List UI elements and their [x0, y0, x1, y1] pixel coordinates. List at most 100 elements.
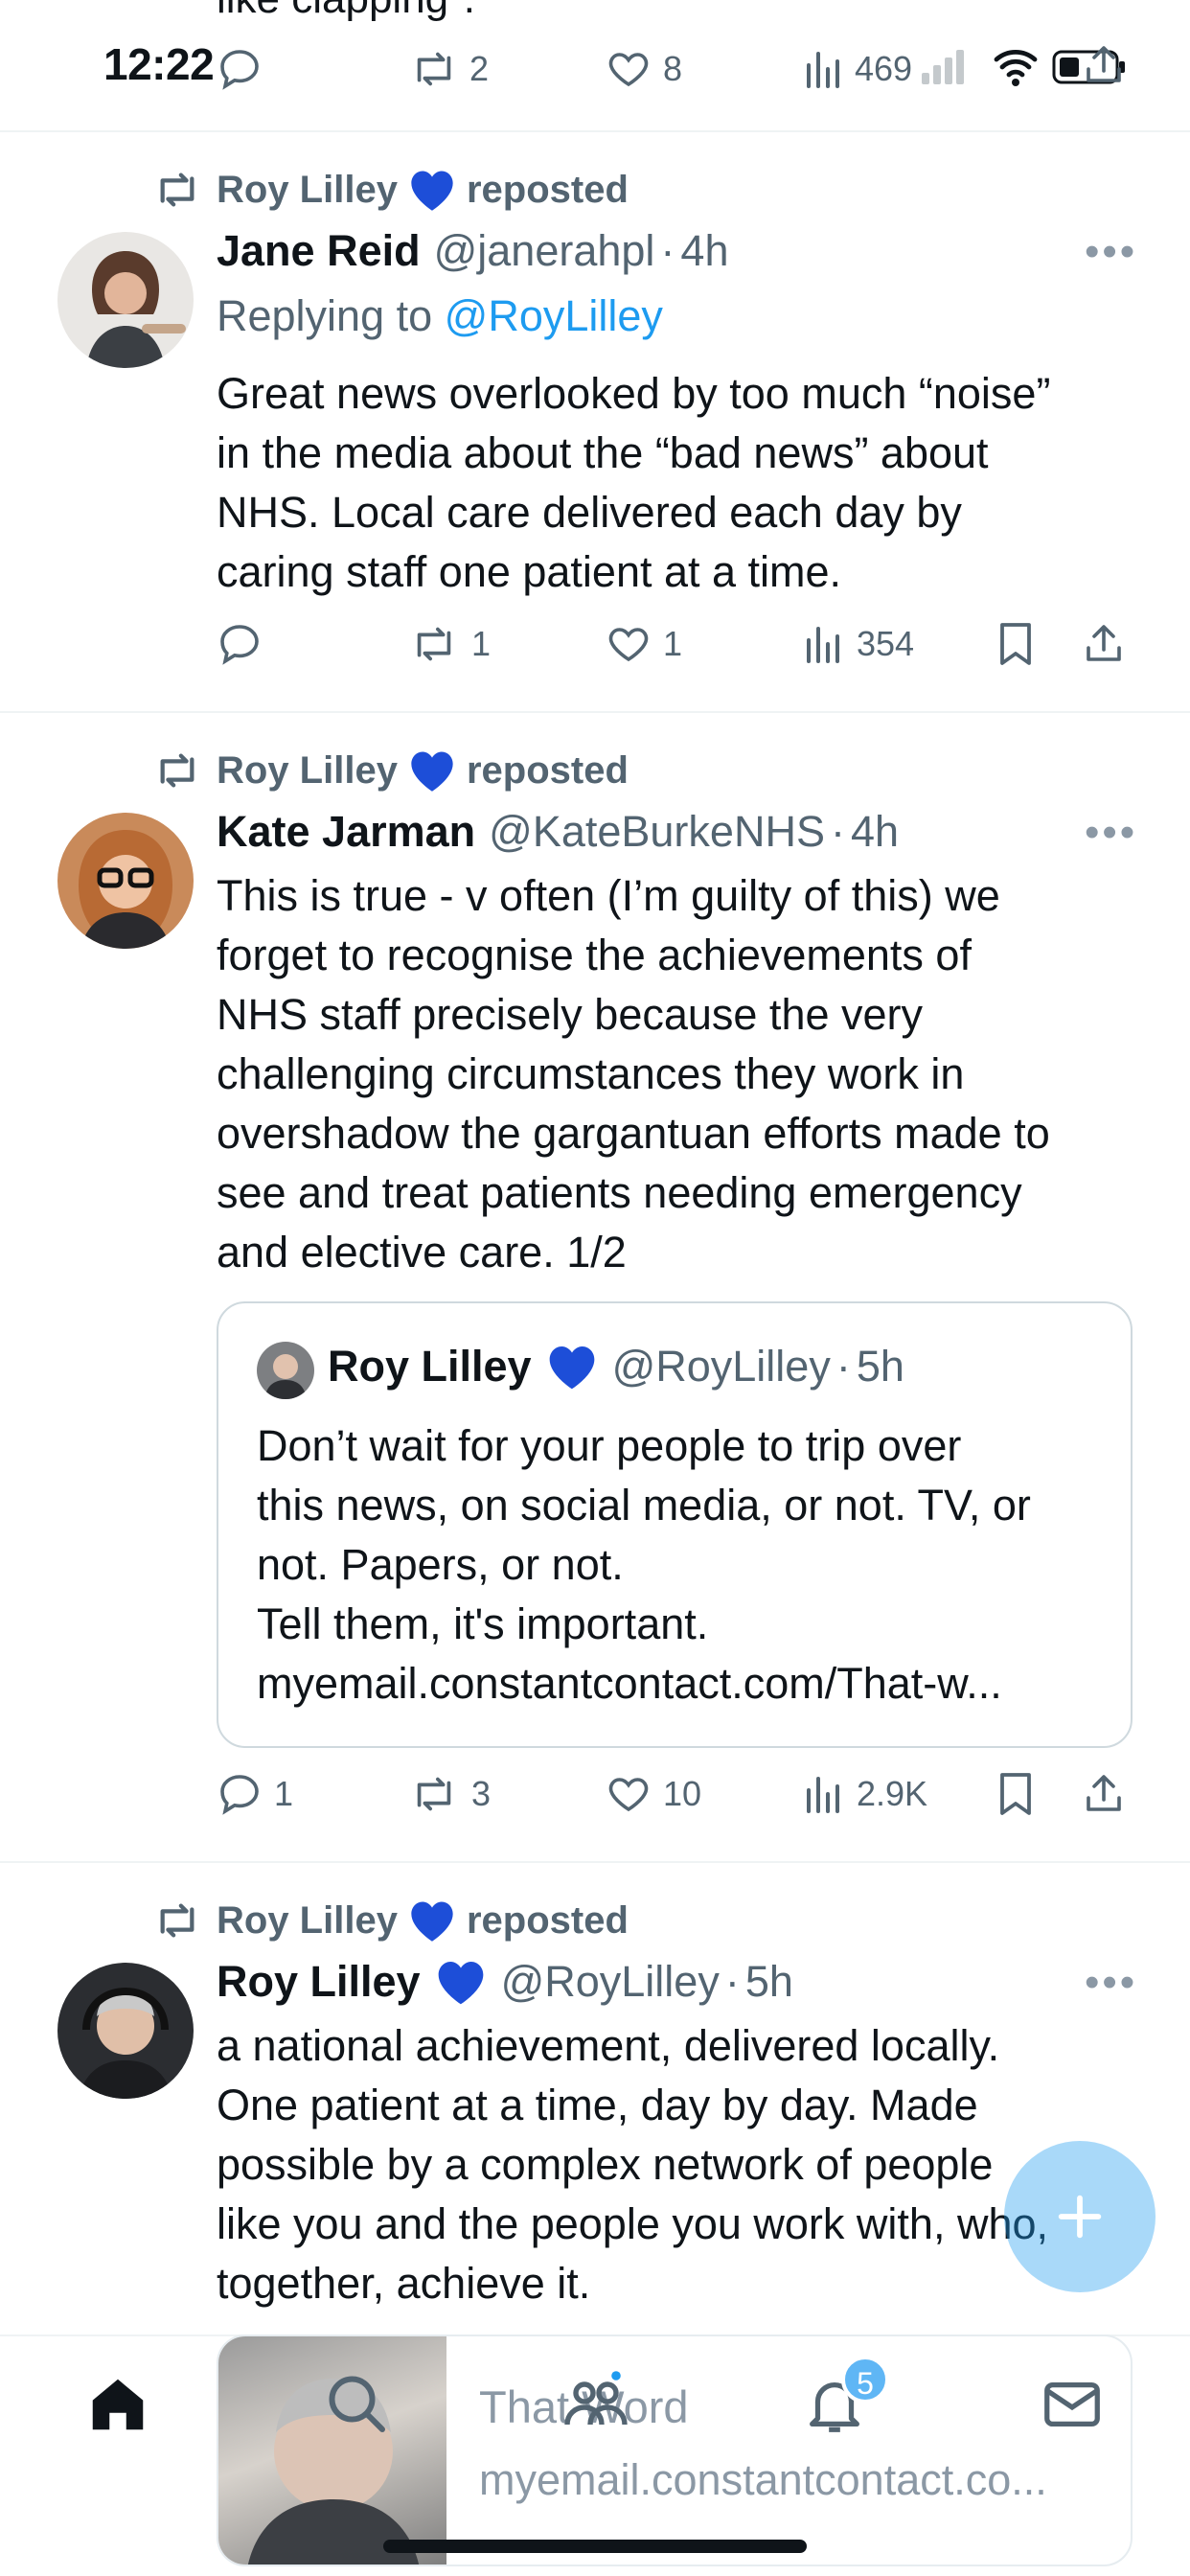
quoted-tweet[interactable]: Roy Lilley @RoyLilley · 5h Don’t wait fo…	[217, 1301, 1133, 1748]
like-action[interactable]: 8	[606, 46, 682, 92]
replying-to-handle[interactable]: @RoyLilley	[445, 291, 663, 340]
reply-icon[interactable]	[217, 46, 263, 92]
tweet-header: Jane Reid @janerahpl · 4h	[217, 226, 728, 276]
tweet-text-line: in the media about the “bad news” about	[217, 428, 989, 477]
tweet-text: This is true - v often (I’m guilty of th…	[217, 866, 1050, 1282]
views-button[interactable]: 354	[803, 621, 914, 667]
like-icon	[606, 1771, 663, 1817]
tweet-header: Roy Lilley @RoyLilley · 5h	[217, 1957, 793, 2007]
more-icon[interactable]: •••	[1085, 1959, 1137, 2007]
share-icon[interactable]	[1081, 621, 1138, 667]
avatar[interactable]	[57, 1963, 194, 2099]
tweet-text-line: overshadow the gargantuan efforts made t…	[217, 1109, 1050, 1158]
tweet-text-line: One patient at a time, day by day. Made	[217, 2081, 978, 2129]
quote-link[interactable]: myemail.constantcontact.com/That-w...	[257, 1654, 1031, 1714]
avatar[interactable]	[57, 813, 194, 949]
quote-text: Don’t wait for your people to trip over …	[257, 1416, 1031, 1714]
reposted-by-name: Roy Lilley	[217, 748, 398, 792]
views-count: 354	[857, 624, 915, 663]
author-handle[interactable]: @KateBurkeNHS	[489, 807, 825, 857]
quote-text-line: Tell them, it's important.	[257, 1599, 709, 1648]
messages-icon[interactable]	[1039, 2371, 1106, 2438]
reposted-by-name: Roy Lilley	[217, 1898, 398, 1942]
repost-icon	[408, 1771, 471, 1817]
repost-icon	[408, 46, 460, 92]
repost-small-icon	[151, 1898, 203, 1943]
tweet-text-line: forget to recognise the achievements of	[217, 931, 972, 979]
tweet-text-line: like you and the people you work with, w…	[217, 2199, 1049, 2248]
author-name[interactable]: Kate Jarman	[217, 807, 475, 857]
like-count: 1	[663, 624, 683, 663]
bookmark-icon[interactable]	[995, 621, 1048, 667]
share-icon[interactable]	[1081, 42, 1127, 88]
mini-player-url[interactable]: myemail.constantcontact.co...	[479, 2455, 1047, 2505]
repost-context[interactable]: Roy Lilley reposted	[151, 167, 629, 213]
communities-icon[interactable]	[561, 2367, 630, 2436]
repost-button[interactable]: 1	[408, 621, 491, 667]
like-button[interactable]: 1	[606, 621, 682, 667]
tweet-divider	[0, 130, 1190, 132]
quote-text-line: this news, on social media, or not. TV, …	[257, 1481, 1031, 1530]
dot-separator: ·	[660, 226, 675, 275]
tweet-text-line: NHS staff precisely because the very	[217, 990, 924, 1039]
like-count: 10	[663, 1774, 702, 1813]
share-icon[interactable]	[1081, 1771, 1138, 1817]
repost-small-icon	[151, 168, 203, 212]
more-icon[interactable]: •••	[1085, 809, 1137, 857]
status-time: 12:22	[103, 39, 215, 89]
replying-to: Replying to @RoyLilley	[217, 291, 663, 341]
bookmark-icon[interactable]	[995, 1771, 1048, 1817]
quote-avatar	[257, 1342, 314, 1399]
tweet-time[interactable]: 4h	[851, 807, 899, 857]
search-icon[interactable]	[322, 2369, 391, 2438]
verified-heart-icon	[407, 1898, 457, 1944]
avatar[interactable]	[57, 232, 194, 368]
repost-context[interactable]: Roy Lilley reposted	[151, 748, 629, 794]
like-count: 8	[663, 49, 683, 88]
like-icon	[606, 46, 652, 92]
reply-icon	[217, 621, 274, 667]
tweet-divider	[0, 711, 1190, 713]
like-button[interactable]: 10	[606, 1771, 701, 1817]
reply-button[interactable]	[217, 621, 274, 667]
reply-count: 1	[274, 1774, 294, 1813]
repost-count: 2	[469, 49, 490, 88]
tweet-text-line: and elective care. 1/2	[217, 1228, 627, 1276]
verified-heart-icon	[407, 748, 457, 794]
views-icon	[803, 1771, 857, 1817]
quote-header: Roy Lilley @RoyLilley · 5h	[328, 1342, 904, 1392]
tweet-actions: 1 1 354	[217, 621, 1121, 678]
more-icon[interactable]: •••	[1085, 228, 1137, 276]
quote-time: 5h	[856, 1342, 904, 1391]
tweet-text-line: together, achieve it.	[217, 2259, 591, 2308]
notifications-badge: 5	[841, 2356, 889, 2404]
author-handle[interactable]: @RoyLilley	[501, 1957, 720, 2007]
reply-icon	[217, 1771, 274, 1817]
compose-button[interactable]	[1004, 2141, 1156, 2292]
author-name[interactable]: Jane Reid	[217, 226, 421, 276]
quote-text-line: Don’t wait for your people to trip over	[257, 1421, 962, 1470]
tweet-text-line: see and treat patients needing emergency	[217, 1168, 1022, 1217]
home-icon[interactable]	[84, 2371, 151, 2438]
verified-heart-icon	[407, 167, 457, 213]
tweet-time[interactable]: 5h	[745, 1957, 793, 2007]
tweet-time[interactable]: 4h	[680, 226, 728, 276]
home-indicator	[383, 2540, 807, 2553]
author-name[interactable]: Roy Lilley	[217, 1957, 421, 2007]
reposted-label: reposted	[466, 168, 629, 211]
views-action[interactable]: 469	[803, 46, 912, 92]
tweet-text-line: caring staff one patient at a time.	[217, 547, 842, 596]
repost-count: 1	[471, 624, 492, 663]
tweet-text-line: This is true - v often (I’m guilty of th…	[217, 871, 1000, 920]
dot-separator: ·	[830, 807, 845, 856]
dot-separator: ·	[724, 1957, 740, 2006]
repost-button[interactable]: 3	[408, 1771, 491, 1817]
reply-button[interactable]: 1	[217, 1771, 293, 1817]
author-handle[interactable]: @janerahpl	[434, 226, 655, 276]
tweet-text-line: Great news overlooked by too much “noise…	[217, 369, 1051, 418]
repost-context[interactable]: Roy Lilley reposted	[151, 1898, 629, 1944]
reposted-by-name: Roy Lilley	[217, 168, 398, 211]
views-button[interactable]: 2.9K	[803, 1771, 927, 1817]
tweet-text-line: challenging circumstances they work in	[217, 1049, 965, 1098]
repost-action[interactable]: 2	[408, 46, 489, 92]
